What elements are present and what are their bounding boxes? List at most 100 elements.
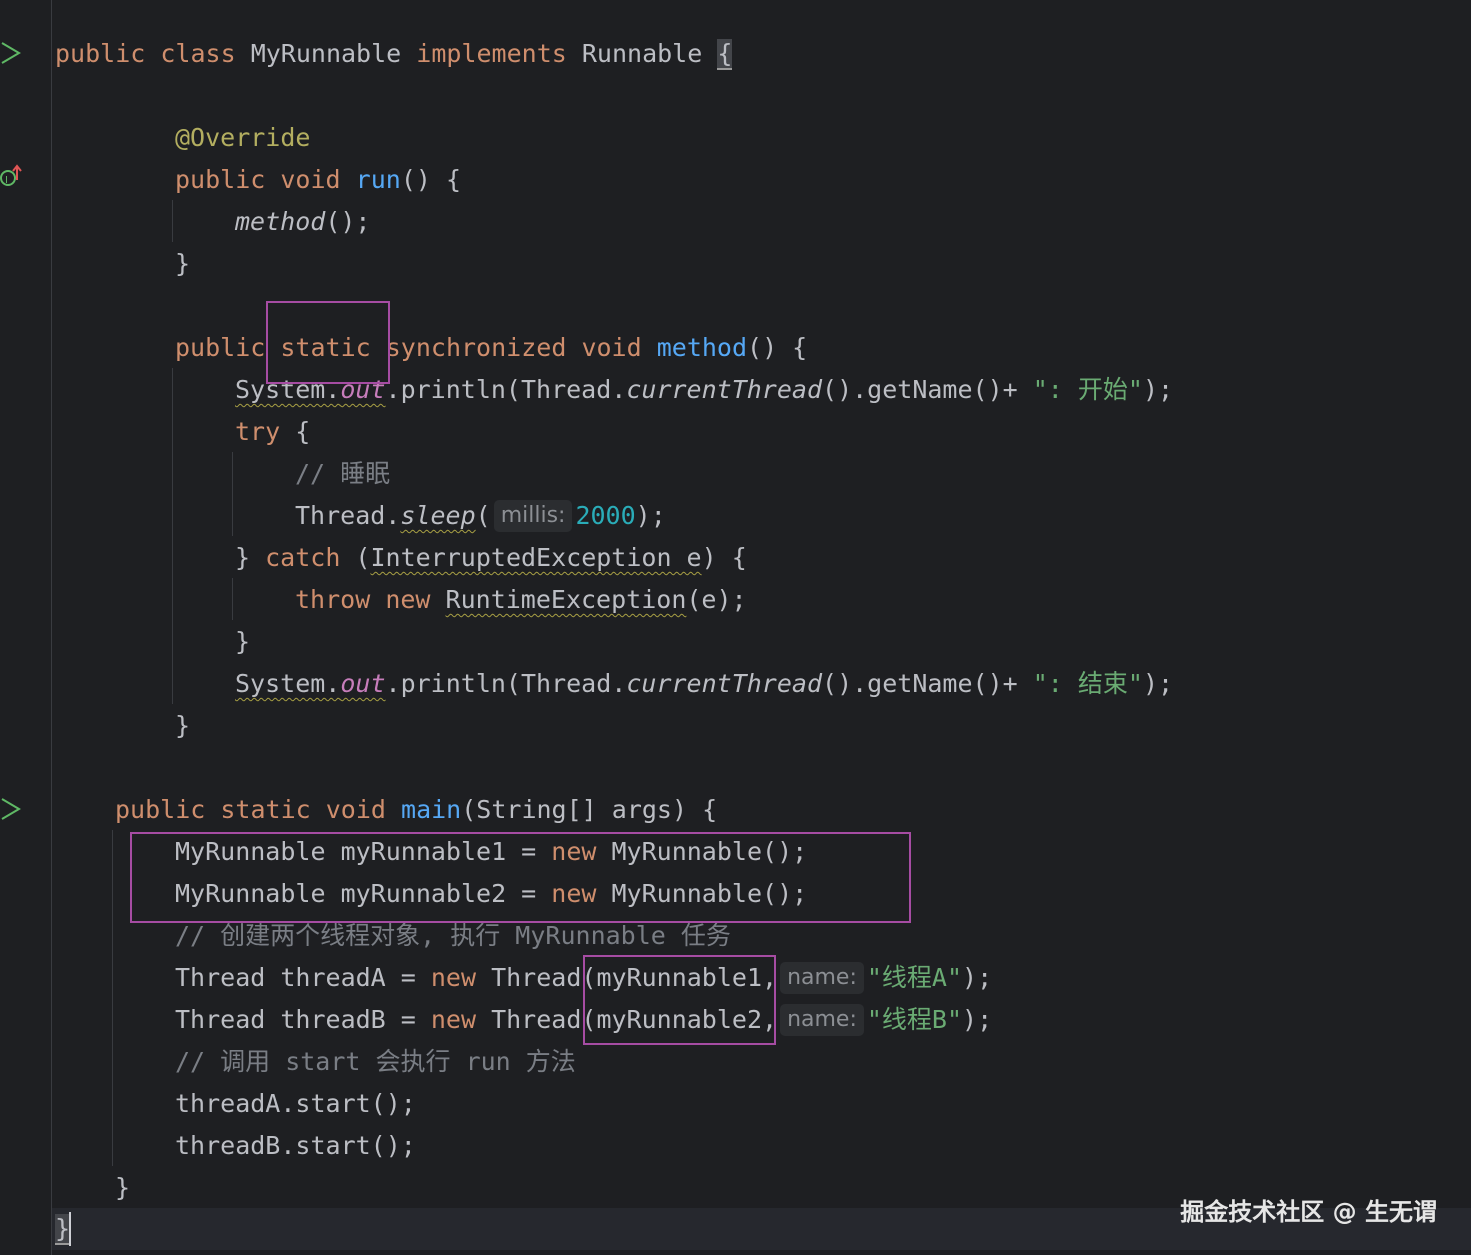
code-text: } xyxy=(235,627,251,656)
code-text: Thread. xyxy=(295,501,401,530)
run-main-icon[interactable] xyxy=(0,796,24,822)
code-text: { xyxy=(280,417,311,446)
code-text: (); xyxy=(325,207,371,236)
highlight-box-static xyxy=(266,301,390,384)
method-name: method xyxy=(656,333,748,362)
comment: // 睡眠 xyxy=(295,459,391,488)
code-text: } xyxy=(175,711,191,740)
code-line-comment[interactable]: // 调用 start 会执行 run 方法 xyxy=(175,1041,576,1083)
code-text: () { xyxy=(400,165,462,194)
static-method-call: currentThread xyxy=(626,669,823,698)
keyword: static xyxy=(220,795,311,824)
matched-brace: } xyxy=(55,1214,71,1245)
method-name: main xyxy=(401,795,462,824)
code-line-close-brace[interactable]: } xyxy=(175,243,190,285)
code-text: ().getName()+ xyxy=(822,669,1033,698)
code-line-throw[interactable]: throw new RuntimeException(e); xyxy=(295,579,747,621)
code-text: ( xyxy=(475,501,491,530)
code-line-try[interactable]: try { xyxy=(235,411,310,453)
parameter-hint: name: xyxy=(780,1004,864,1036)
indent-guide xyxy=(172,368,173,704)
code-text: () { xyxy=(747,333,808,362)
code-editor[interactable]: I public class MyRunnable implements Run… xyxy=(0,0,1471,1255)
code-line-method-call[interactable]: method(); xyxy=(235,201,370,243)
watermark: 掘金技术社区 @ 生无谓 xyxy=(1180,1198,1437,1226)
code-line-println-end[interactable]: System.out.println(Thread.currentThread(… xyxy=(235,663,1173,705)
code-text: } xyxy=(175,249,191,278)
keyword: try xyxy=(235,417,281,446)
interface-name: Runnable xyxy=(581,39,703,68)
code-text: ); xyxy=(1142,375,1174,404)
static-field: out xyxy=(340,669,386,698)
text-caret xyxy=(69,1212,71,1246)
code-text: } xyxy=(115,1173,131,1202)
highlight-box-runnables xyxy=(130,832,911,923)
code-line-annotation[interactable]: @Override xyxy=(175,117,310,159)
code-line-start-a[interactable]: threadA.start(); xyxy=(175,1083,416,1125)
method-name: run xyxy=(355,165,401,194)
code-text: ) { xyxy=(701,543,747,572)
code-line-comment[interactable]: // 睡眠 xyxy=(295,453,390,495)
keyword: throw xyxy=(295,585,371,614)
keyword: implements xyxy=(416,39,567,68)
run-class-icon[interactable] xyxy=(0,40,24,66)
code-text: } xyxy=(235,543,266,572)
comment: // 调用 start 会执行 run 方法 xyxy=(175,1047,576,1076)
keyword: public xyxy=(55,39,146,68)
code-text: ); xyxy=(635,501,666,530)
code-line-close-brace[interactable]: } xyxy=(175,705,190,747)
code-text: ); xyxy=(962,1005,993,1034)
code-line-run-method[interactable]: public void run() { xyxy=(175,159,461,201)
keyword: public xyxy=(175,165,266,194)
number-literal: 2000 xyxy=(575,501,636,530)
code-line-sleep[interactable]: Thread.sleep(millis: 2000); xyxy=(295,495,666,537)
code-text: ().getName()+ xyxy=(822,375,1033,404)
indent-guide xyxy=(232,578,233,620)
keyword: new xyxy=(430,1005,477,1034)
code-text: threadB.start(); xyxy=(175,1131,416,1160)
keyword: catch xyxy=(265,543,341,572)
code-text: (String[] args) { xyxy=(461,795,718,824)
keyword: public xyxy=(175,333,266,362)
warning-squiggle: System.out xyxy=(235,669,386,698)
indent-guide xyxy=(172,200,173,242)
method-call: method xyxy=(235,207,326,236)
string-literal: ": 结束" xyxy=(1032,669,1143,698)
parameter-hint: name: xyxy=(780,962,864,994)
code-text: threadA.start(); xyxy=(175,1089,416,1118)
string-literal: ": 开始" xyxy=(1032,375,1143,404)
code-line-close-brace[interactable]: } xyxy=(235,621,250,663)
keyword: new xyxy=(430,963,477,992)
keyword: void xyxy=(581,333,642,362)
indent-guide xyxy=(112,830,113,1166)
exception-type: InterruptedException e xyxy=(370,543,702,572)
code-text: Thread threadB = xyxy=(175,1005,431,1034)
matched-brace: { xyxy=(717,39,733,70)
highlight-box-thread-args xyxy=(583,955,776,1045)
code-line-catch[interactable]: } catch (InterruptedException e) { xyxy=(235,537,747,579)
keyword: new xyxy=(385,585,431,614)
code-line-main-declaration[interactable]: public static void main(String[] args) { xyxy=(115,789,717,831)
code-text: ); xyxy=(962,963,993,992)
code-text: ); xyxy=(1142,669,1174,698)
code-text: .println(Thread. xyxy=(385,375,627,404)
parameter-hint: millis: xyxy=(493,500,573,532)
implements-override-icon[interactable]: I xyxy=(0,164,24,190)
class-name: MyRunnable xyxy=(250,39,402,68)
keyword: void xyxy=(280,165,341,194)
string-literal: "线程A" xyxy=(866,963,963,992)
code-text: .println(Thread. xyxy=(385,669,627,698)
comment: // 创建两个线程对象, 执行 MyRunnable 任务 xyxy=(175,921,731,950)
keyword: public xyxy=(115,795,206,824)
code-text: ( xyxy=(340,543,371,572)
code-text: System. xyxy=(235,669,341,698)
code-line-start-b[interactable]: threadB.start(); xyxy=(175,1125,416,1167)
exception-type: RuntimeException xyxy=(445,585,687,614)
keyword: synchronized xyxy=(385,333,567,362)
annotation: @Override xyxy=(175,123,311,152)
code-line-close-brace[interactable]: } xyxy=(55,1208,71,1250)
string-literal: "线程B" xyxy=(866,1005,963,1034)
code-line-class-declaration[interactable]: public class MyRunnable implements Runna… xyxy=(55,33,733,75)
code-line-close-brace[interactable]: } xyxy=(115,1167,130,1209)
static-method-call: currentThread xyxy=(626,375,823,404)
